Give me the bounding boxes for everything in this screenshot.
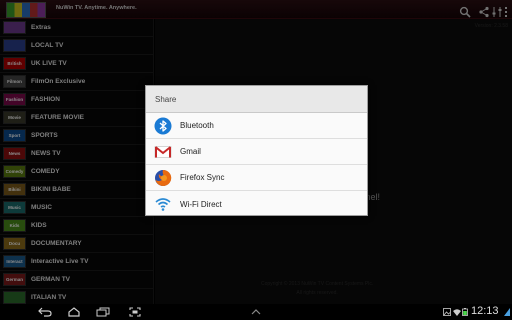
share-option-label: Gmail: [180, 147, 201, 156]
signal-icon: [504, 308, 510, 316]
system-clock: 12:13: [471, 305, 499, 317]
share-option-label: Bluetooth: [180, 121, 214, 130]
share-option-wifi-direct[interactable]: Wi-Fi Direct: [146, 191, 367, 217]
firefox-icon: [154, 169, 172, 187]
system-bar: 12:13: [0, 304, 512, 320]
wifi-icon: [453, 308, 461, 316]
battery-icon: [462, 308, 468, 316]
share-option-gmail[interactable]: Gmail: [146, 139, 367, 165]
screenshot-icon[interactable]: [127, 307, 143, 317]
home-icon[interactable]: [66, 307, 82, 317]
back-icon[interactable]: [37, 307, 53, 317]
bluetooth-icon: [154, 117, 172, 135]
gallery-notification-icon: [443, 308, 451, 316]
dialog-title: Share: [146, 86, 367, 113]
share-option-label: Wi-Fi Direct: [180, 199, 222, 209]
share-dialog: Share Bluetooth Gmail Firefox Sync Wi-Fi…: [145, 85, 368, 216]
gmail-icon: [154, 143, 172, 161]
wifi-direct-icon: [154, 195, 172, 213]
share-option-bluetooth[interactable]: Bluetooth: [146, 113, 367, 139]
recent-apps-icon[interactable]: [95, 307, 111, 317]
share-option-label: Firefox Sync: [180, 173, 225, 182]
share-option-firefox-sync[interactable]: Firefox Sync: [146, 165, 367, 191]
chevron-up-icon[interactable]: [248, 307, 264, 317]
